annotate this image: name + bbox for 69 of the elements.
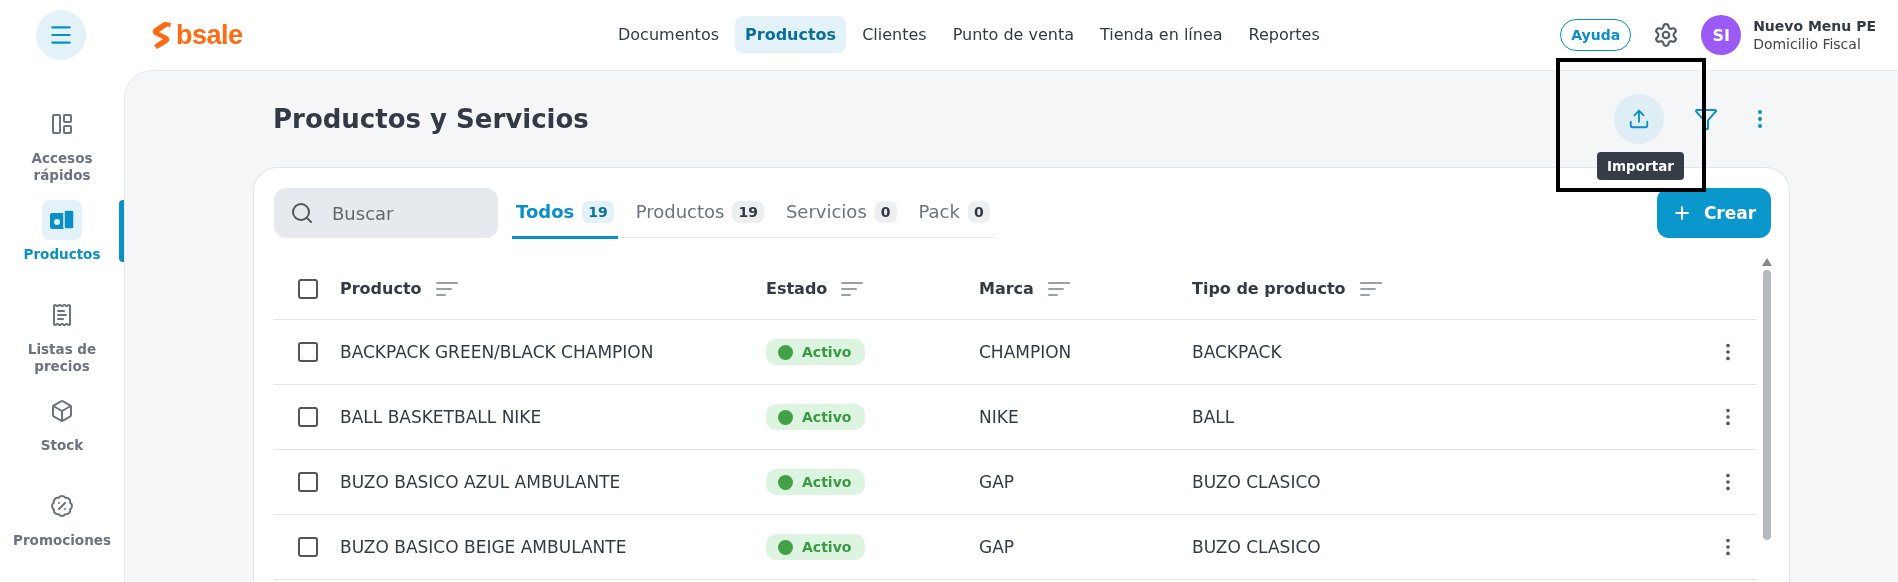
tab[interactable]: Productos 19: [631, 188, 768, 239]
nav-link[interactable]: Reportes: [1238, 16, 1330, 53]
table-cell-text: BALL: [1192, 407, 1236, 427]
table-cell-text: BUZO BASICO AZUL AMBULANTE: [340, 472, 622, 492]
create-button[interactable]: Crear: [1657, 188, 1771, 238]
checkbox[interactable]: [298, 278, 318, 299]
column-header: Estado: [766, 279, 828, 298]
column-header: Producto: [340, 279, 422, 298]
account-name: Nuevo Menu PE: [1753, 18, 1876, 34]
checkbox[interactable]: [298, 537, 318, 557]
sort-icon[interactable]: [1047, 280, 1070, 297]
checkbox[interactable]: [298, 342, 318, 362]
table-cell-text: BALL BASKETBALL NIKE: [340, 407, 543, 427]
scroll-up-icon[interactable]: [1762, 258, 1772, 266]
nav-link[interactable]: Clientes: [852, 16, 937, 53]
tab[interactable]: Todos 19: [512, 188, 618, 239]
nav-link[interactable]: Productos: [735, 16, 847, 53]
filter-icon[interactable]: [1694, 107, 1718, 131]
table-cell-text: CHAMPION: [979, 342, 1073, 362]
status-badge: Activo: [766, 404, 866, 430]
help-button[interactable]: Ayuda: [1560, 19, 1632, 51]
table-cell-text: GAP: [979, 537, 1016, 557]
page-title: Productos y Servicios: [273, 104, 589, 134]
count-badge: 19: [732, 200, 764, 223]
sidebar-item[interactable]: Productos: [0, 199, 124, 296]
price-list-icon: [50, 303, 74, 328]
checkbox[interactable]: [298, 472, 318, 492]
nav-link[interactable]: Punto de venta: [942, 16, 1085, 53]
table-cell-text: BUZO CLASICO: [1192, 537, 1322, 557]
sort-icon[interactable]: [841, 280, 864, 297]
product-icon: [49, 208, 75, 231]
box-icon: [50, 398, 74, 423]
layout-icon: [50, 112, 74, 136]
status-badge: Activo: [766, 339, 866, 365]
sidebar-item[interactable]: Accesos rápidos: [0, 104, 124, 200]
nav-link[interactable]: Documentos: [608, 16, 729, 53]
count-badge: 19: [582, 200, 614, 223]
settings-icon[interactable]: [1653, 22, 1680, 48]
table-cell-text: BACKPACK: [1192, 342, 1283, 362]
count-badge: 0: [874, 200, 897, 223]
sort-icon[interactable]: [1359, 280, 1382, 297]
table-cell-text: BUZO CLASICO: [1192, 472, 1322, 492]
sidebar-item[interactable]: Stock: [0, 390, 124, 487]
menu-button[interactable]: [36, 10, 86, 60]
logo[interactable]: bsale: [152, 19, 243, 51]
sidebar-item[interactable]: Promociones: [0, 486, 124, 582]
avatar[interactable]: SI: [1701, 15, 1742, 55]
search-field[interactable]: Buscar: [274, 188, 498, 238]
table-cell-text: BUZO BASICO BEIGE AMBULANTE: [340, 537, 628, 557]
account-subtitle: Domicilio Fiscal: [1753, 36, 1862, 52]
status-badge: Activo: [766, 534, 866, 560]
nav-link[interactable]: Tienda en línea: [1090, 16, 1233, 53]
tab[interactable]: Pack 0: [914, 188, 994, 239]
upload-icon: [1628, 108, 1650, 130]
column-header: Marca: [979, 279, 1034, 298]
table-cell-text: BACKPACK GREEN/BLACK CHAMPION: [340, 342, 655, 362]
import-button[interactable]: [1614, 94, 1664, 144]
sidebar-item[interactable]: Listas de precios: [0, 295, 124, 391]
table-cell-text: NIKE: [979, 407, 1020, 427]
status-badge: Activo: [766, 469, 866, 495]
checkbox[interactable]: [298, 407, 318, 427]
sort-icon[interactable]: [435, 280, 458, 297]
tooltip: Importar: [1597, 152, 1684, 180]
tab[interactable]: Servicios 0: [781, 188, 901, 239]
scrollbar-thumb[interactable]: [1763, 270, 1771, 540]
column-header: Tipo de producto: [1192, 279, 1346, 298]
percent-badge-icon: [50, 494, 74, 519]
count-badge: 0: [967, 200, 990, 223]
table-cell-text: GAP: [979, 472, 1016, 492]
